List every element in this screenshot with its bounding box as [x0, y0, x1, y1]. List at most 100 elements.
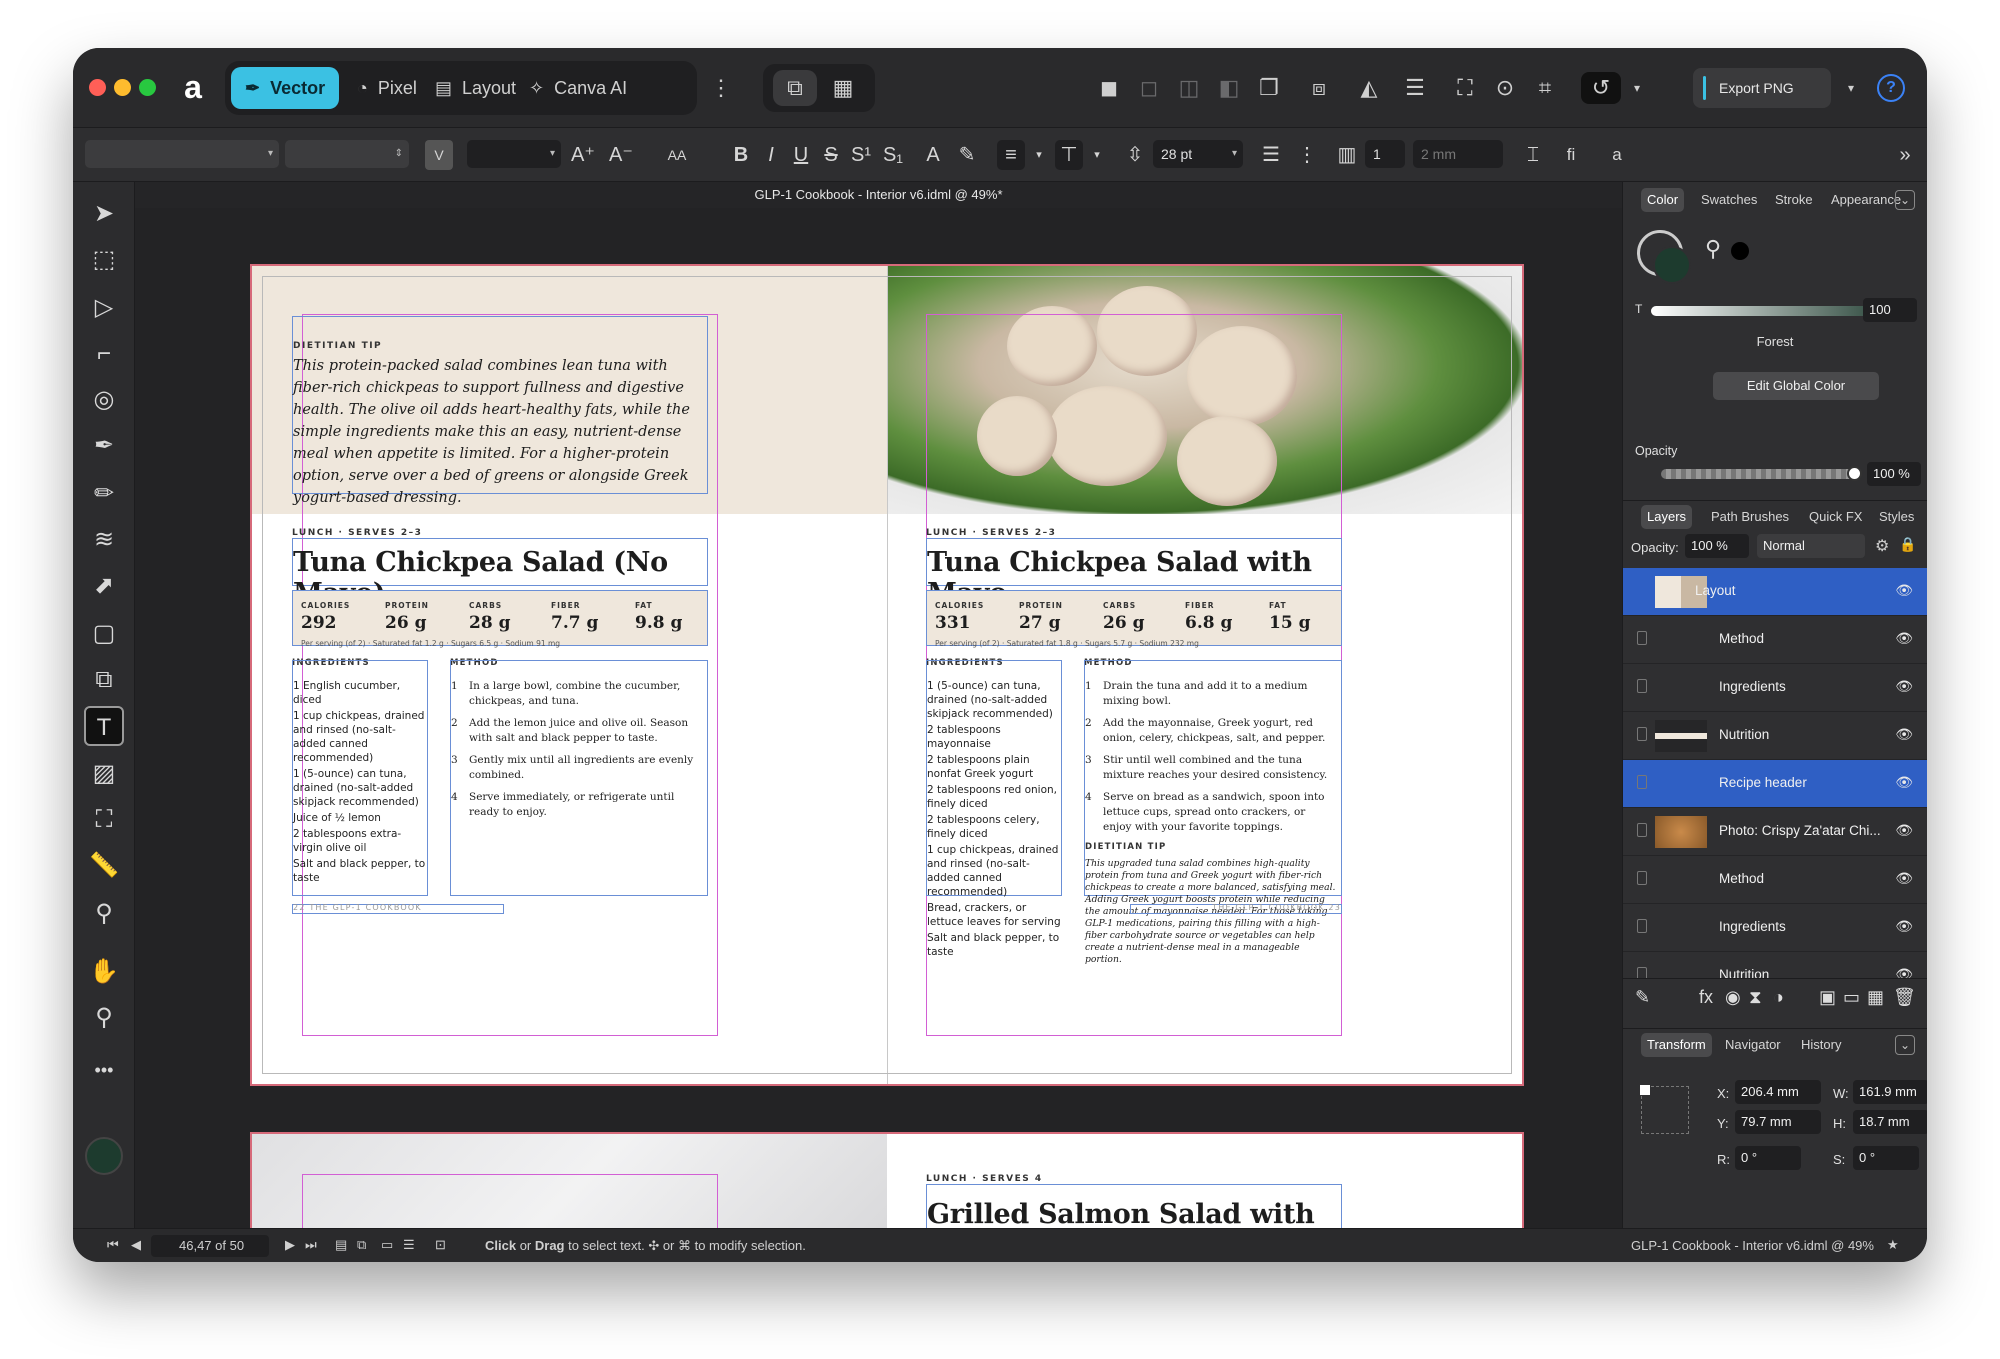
mask-icon[interactable]: ◉ [1725, 987, 1741, 1008]
ligature-icon[interactable]: fi [1557, 140, 1585, 170]
first-page-icon[interactable]: ⏮ [107, 1237, 119, 1253]
visibility-eye-icon[interactable]: 👁 [1895, 966, 1913, 978]
zoom-window-button[interactable] [139, 79, 156, 96]
gutter-field[interactable]: 2 mm [1413, 140, 1503, 168]
snapping-icon[interactable]: ⊙ [1489, 72, 1521, 104]
zoom-tool-icon[interactable]: ⚲ [84, 998, 124, 1038]
tint-value-field[interactable]: 100 [1863, 298, 1917, 322]
visibility-eye-icon[interactable]: 👁 [1895, 918, 1913, 935]
fx-icon[interactable]: fx [1699, 987, 1713, 1008]
preflight-icon[interactable]: ⊡ [435, 1237, 446, 1253]
shape-intersect-icon[interactable]: ◫ [1173, 72, 1205, 104]
text-frame-mode-icon[interactable]: ⧉ [773, 70, 817, 106]
layer-row[interactable]: Ingredients 👁 [1623, 904, 1927, 952]
layer-row[interactable]: Recipe header 👁 [1623, 760, 1927, 808]
tab-stroke[interactable]: Stroke [1769, 188, 1819, 212]
persona-layout[interactable]: ▤ Layout [421, 67, 530, 109]
recipe-header-frame[interactable]: Tuna Chickpea Salad (No Mayo) [292, 538, 708, 609]
crop-tool-icon[interactable]: ⛶ [84, 800, 124, 840]
contour-tool-icon[interactable]: ◎ [84, 380, 124, 420]
help-button[interactable]: ? [1877, 74, 1905, 102]
shape-subtract-icon[interactable]: ◻ [1133, 72, 1165, 104]
vertical-align-icon[interactable]: ⊤ [1055, 140, 1083, 170]
chevron-down-icon[interactable]: ▾ [1025, 140, 1053, 170]
hand-tool-icon[interactable]: ✋ [84, 952, 124, 992]
typography-icon[interactable]: a [1603, 140, 1631, 170]
tab-history[interactable]: History [1795, 1033, 1847, 1057]
transform-origin-icon[interactable]: ⛶ [1449, 72, 1481, 104]
pencil-tool-icon[interactable]: ✏ [84, 474, 124, 514]
persona-pixel[interactable]: ◔ Pixel [343, 67, 431, 109]
tab-swatches[interactable]: Swatches [1695, 188, 1763, 212]
shape-xor-icon[interactable]: ◧ [1213, 72, 1245, 104]
tab-navigator[interactable]: Navigator [1719, 1033, 1787, 1057]
italic-icon[interactable]: I [757, 140, 785, 170]
method-frame[interactable]: 1 Drain the tuna and add it to a medium m… [1084, 660, 1342, 965]
leading-field[interactable]: 28 pt ▾ [1153, 140, 1243, 168]
opacity-slider[interactable] [1661, 469, 1857, 479]
pen-tool-icon[interactable]: ✒ [84, 426, 124, 466]
assistant-icon[interactable]: ↺ [1581, 72, 1621, 104]
numbered-list-icon[interactable]: ⋮ [1293, 140, 1321, 170]
layer-row[interactable]: Method 👁 [1623, 616, 1927, 664]
tab-layers[interactable]: Layers [1641, 505, 1693, 529]
fill-color-swatch[interactable] [1653, 246, 1691, 284]
shear-field[interactable]: 0 ° [1853, 1146, 1919, 1170]
tab-color[interactable]: Color [1641, 188, 1685, 212]
export-png-button[interactable]: Export PNG [1693, 68, 1831, 108]
font-family-select[interactable]: ▾ [85, 140, 279, 168]
layer-row[interactable]: Photo: Crispy Za'atar Chi... 👁 [1623, 808, 1927, 856]
page-spread[interactable]: DIETITIAN TIP This protein-packed salad … [250, 264, 1524, 1086]
nutrition-box[interactable]: CALORIES 292 PROTEIN 26 g CARBS 28 g FIB… [292, 590, 708, 648]
chevron-down-icon[interactable]: ▾ [1621, 72, 1653, 104]
text-color-icon[interactable]: A [919, 140, 947, 170]
ingredients-frame[interactable]: 1 (5-ounce) can tuna, drained (no-salt-a… [926, 660, 1062, 958]
visibility-eye-icon[interactable]: 👁 [1895, 630, 1913, 647]
export-options-chevron-icon[interactable]: ▾ [1835, 72, 1867, 104]
edit-global-color-button[interactable]: Edit Global Color [1713, 372, 1879, 400]
text-frame-options-icon[interactable]: ⌶ [1519, 140, 1547, 170]
flip-horizontal-icon[interactable]: ◭ [1353, 72, 1385, 104]
last-page-icon[interactable]: ⏭ [305, 1237, 317, 1253]
trash-icon[interactable]: 🗑 [1893, 987, 1916, 1008]
measure-tool-icon[interactable]: 📏 [84, 846, 124, 886]
visibility-eye-icon[interactable]: 👁 [1895, 870, 1913, 887]
image-tool-icon[interactable]: ▨ [84, 754, 124, 794]
chevron-down-icon[interactable]: ▾ [1083, 140, 1111, 170]
strikethrough-icon[interactable]: S [817, 140, 845, 170]
add-group-icon[interactable]: ▭ [1843, 987, 1860, 1008]
anchor-selector[interactable] [1640, 1085, 1689, 1134]
layer-settings-gear-icon[interactable]: ⚙ [1875, 536, 1889, 556]
live-filter-icon[interactable]: ◑ [1773, 987, 1784, 1008]
paragraph-align-icon[interactable]: ≡ [997, 140, 1025, 170]
layer-row[interactable]: Ingredients 👁 [1623, 664, 1927, 712]
align-icon[interactable]: ☰ [1399, 72, 1431, 104]
vector-brush-tool-icon[interactable]: ≋ [84, 520, 124, 560]
persona-vector[interactable]: ✒ Vector [231, 67, 340, 109]
move-tool-icon[interactable]: ➤ [84, 194, 124, 234]
affinity-logo-icon[interactable]: a [176, 70, 210, 104]
decrease-font-size-icon[interactable]: A⁻ [607, 140, 635, 170]
adjustment-icon[interactable]: ⧗ [1749, 987, 1762, 1008]
tab-styles[interactable]: Styles [1873, 505, 1920, 529]
columns-field[interactable]: 1 [1365, 140, 1405, 168]
shape-divide-icon[interactable]: ❐ [1253, 72, 1285, 104]
node-tool-icon[interactable]: ▷ [84, 288, 124, 328]
bold-icon[interactable]: B [727, 140, 755, 170]
folio-frame[interactable]: THE GLP-1 COOKBOOK 23 [1130, 903, 1342, 914]
checker-icon[interactable]: ▦ [1867, 987, 1884, 1008]
close-window-button[interactable] [89, 79, 106, 96]
folio-frame[interactable]: 22 THE GLP-1 COOKBOOK [292, 903, 504, 914]
dietitian-tip-frame[interactable]: DIETITIAN TIP This protein-packed salad … [292, 316, 708, 506]
add-pixel-layer-icon[interactable]: ▣ [1819, 987, 1836, 1008]
visibility-eye-icon[interactable]: 👁 [1895, 582, 1913, 599]
tab-path-brushes[interactable]: Path Brushes [1705, 505, 1795, 529]
layer-row[interactable]: Nutrition 👁 [1623, 712, 1927, 760]
grid-view-icon[interactable]: ▦ [827, 72, 859, 104]
subscript-icon[interactable]: S₁ [879, 140, 907, 170]
next-page-spread[interactable]: LUNCH · SERVES 4 Grilled Salmon Salad wi… [250, 1132, 1524, 1228]
eyedropper-icon[interactable]: ⚲ [1705, 236, 1721, 262]
tab-quick-fx[interactable]: Quick FX [1803, 505, 1868, 529]
layer-row[interactable]: Layout 👁 [1623, 568, 1927, 616]
leading-icon[interactable]: ⇳ [1121, 140, 1149, 170]
